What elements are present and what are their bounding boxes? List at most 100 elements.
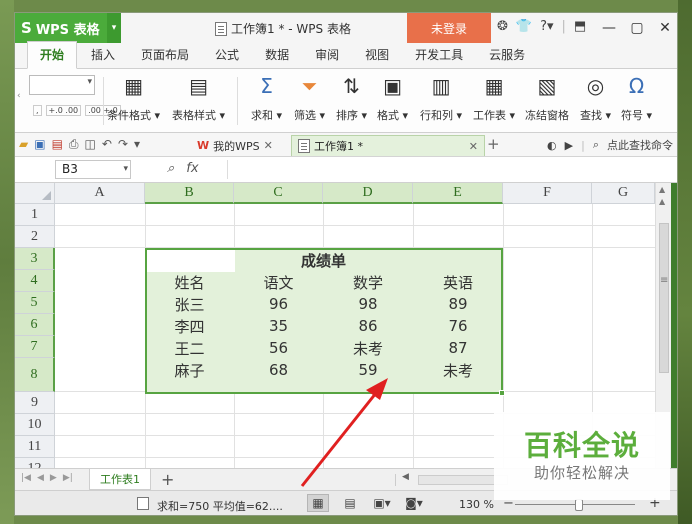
sum-button[interactable]: Σ 求和 ▾ <box>251 73 282 123</box>
score-cell[interactable]: 未考 <box>413 359 503 381</box>
column-header-g[interactable]: G <box>592 183 655 204</box>
worksheet-button[interactable]: ▦ 工作表 ▾ <box>473 73 515 123</box>
row-header-1[interactable]: 1 <box>15 204 55 226</box>
customize-icon[interactable]: ▾ <box>134 137 140 152</box>
score-cell[interactable]: 59 <box>323 359 413 381</box>
header-cell[interactable]: 英语 <box>413 271 503 293</box>
next-sheet-icon[interactable]: ▶ <box>50 473 57 483</box>
share-icon[interactable]: ▶ <box>565 139 573 152</box>
header-cell[interactable]: 语文 <box>234 271 323 293</box>
freeze-pane-button[interactable]: ▧ 冻结窗格 <box>525 73 569 123</box>
prev-sheet-icon[interactable]: ◀ <box>37 473 44 483</box>
undo-icon[interactable]: ↶ <box>102 137 112 152</box>
tab-developer[interactable]: 开发工具 <box>403 42 475 68</box>
score-cell[interactable]: 68 <box>234 359 323 381</box>
row-header-3[interactable]: 3 <box>15 248 55 270</box>
name-box[interactable]: B3 <box>55 160 131 179</box>
tab-review[interactable]: 审阅 <box>303 42 351 68</box>
print-preview-icon[interactable]: ◫ <box>85 137 96 152</box>
row-header-7[interactable]: 7 <box>15 336 55 358</box>
row-header-9[interactable]: 9 <box>15 392 55 414</box>
row-header-6[interactable]: 6 <box>15 314 55 336</box>
login-button[interactable]: 未登录 <box>407 13 491 43</box>
skin-icon[interactable]: ❂ <box>497 19 508 34</box>
scroll-thumb[interactable] <box>659 223 669 373</box>
app-menu-button[interactable]: S WPS 表格 ▾ <box>15 13 121 43</box>
page-break-view-icon[interactable]: ▣▾ <box>371 494 393 512</box>
row-header-10[interactable]: 10 <box>15 414 55 436</box>
number-format-dropdown[interactable] <box>29 75 95 95</box>
zoom-slider-thumb[interactable] <box>575 499 583 511</box>
row-column-button[interactable]: ▥ 行和列 ▾ <box>420 73 462 123</box>
name-cell[interactable]: 麻子 <box>145 359 234 381</box>
command-search[interactable]: ◐ ▶ | ⌕ 点此查找命令 <box>547 137 673 153</box>
find-button[interactable]: ◎ 查找 ▾ <box>580 73 611 123</box>
minimize-icon[interactable]: — <box>595 13 623 43</box>
score-cell[interactable]: 98 <box>323 293 413 315</box>
formula-input[interactable] <box>231 160 671 179</box>
column-header-e[interactable]: E <box>413 183 503 204</box>
name-cell[interactable]: 王二 <box>145 337 234 359</box>
new-tab-button[interactable]: + <box>487 135 500 153</box>
reading-view-icon[interactable]: ◙▾ <box>403 494 425 512</box>
row-header-11[interactable]: 11 <box>15 436 55 458</box>
format-button[interactable]: ▣ 格式 ▾ <box>377 73 408 123</box>
bookmark-icon[interactable]: ◐ <box>547 139 557 152</box>
table-style-button[interactable]: ▤ 表格样式 ▾ <box>172 73 225 123</box>
conditional-format-button[interactable]: ▦ 条件格式 ▾ <box>107 73 160 123</box>
row-header-12[interactable]: 12 <box>15 458 55 468</box>
scroll-up-icon[interactable]: ▲ <box>659 197 665 206</box>
row-header-8[interactable]: 8 <box>15 358 55 392</box>
fill-handle[interactable] <box>499 390 505 396</box>
open-folder-icon[interactable]: ▰ <box>19 137 28 152</box>
normal-view-icon[interactable]: ▦ <box>307 494 329 512</box>
select-all-corner[interactable] <box>15 183 55 204</box>
add-sheet-button[interactable]: + <box>161 470 174 489</box>
column-header-a[interactable]: A <box>55 183 145 204</box>
scroll-left-icon[interactable]: ◀ <box>402 472 409 482</box>
maximize-icon[interactable]: ▢ <box>623 13 651 43</box>
help-icon[interactable]: ?▾ <box>540 19 553 34</box>
score-cell[interactable]: 35 <box>234 315 323 337</box>
column-header-d[interactable]: D <box>323 183 413 204</box>
score-cell[interactable]: 96 <box>234 293 323 315</box>
zoom-search-icon[interactable]: ⌕ <box>167 161 174 176</box>
tab-workbook[interactable]: 工作簿1 * ✕ <box>291 135 485 156</box>
row-header-4[interactable]: 4 <box>15 270 55 292</box>
tab-my-wps[interactable]: W 我的WPS ✕ <box>191 135 279 156</box>
tab-insert[interactable]: 插入 <box>79 42 127 68</box>
increase-decimal-button[interactable]: +.0 .00 <box>45 105 82 116</box>
close-icon[interactable]: ✕ <box>469 140 478 153</box>
sort-button[interactable]: ⇅ 排序 ▾ <box>336 73 367 123</box>
zoom-level[interactable]: 130 % <box>459 498 494 511</box>
row-header-2[interactable]: 2 <box>15 226 55 248</box>
name-cell[interactable]: 张三 <box>145 293 234 315</box>
symbol-button[interactable]: Ω 符号 ▾ <box>621 73 652 123</box>
active-cell[interactable] <box>147 250 235 272</box>
tab-cloud[interactable]: 云服务 <box>477 42 537 68</box>
tab-view[interactable]: 视图 <box>353 42 401 68</box>
close-icon[interactable]: ✕ <box>651 13 677 43</box>
scroll-up-icon[interactable]: ▲ <box>659 185 665 194</box>
status-doc-icon[interactable] <box>137 497 149 510</box>
header-cell[interactable]: 姓名 <box>145 271 234 293</box>
ribbon-scroll-left-icon[interactable]: ‹ <box>17 91 21 101</box>
redo-icon[interactable]: ↷ <box>118 137 128 152</box>
close-icon[interactable]: ✕ <box>264 139 273 152</box>
shirt-icon[interactable]: 👕 <box>516 19 532 34</box>
tab-formula[interactable]: 公式 <box>203 42 251 68</box>
row-header-5[interactable]: 5 <box>15 292 55 314</box>
score-cell[interactable]: 89 <box>413 293 503 315</box>
page-layout-view-icon[interactable]: ▤ <box>339 494 361 512</box>
score-cell[interactable]: 76 <box>413 315 503 337</box>
fx-button[interactable]: fx <box>186 161 198 176</box>
column-header-f[interactable]: F <box>503 183 592 204</box>
save-icon[interactable]: ▣ <box>34 137 45 152</box>
tab-data[interactable]: 数据 <box>253 42 301 68</box>
header-cell[interactable]: 数学 <box>323 271 413 293</box>
sheet-tab[interactable]: 工作表1 <box>89 469 151 490</box>
restore-icon[interactable]: ⬒ <box>574 19 586 34</box>
table-title[interactable]: 成绩单 <box>234 249 413 271</box>
name-cell[interactable]: 李四 <box>145 315 234 337</box>
filter-button[interactable]: ⏷ 筛选 ▾ <box>294 73 325 123</box>
